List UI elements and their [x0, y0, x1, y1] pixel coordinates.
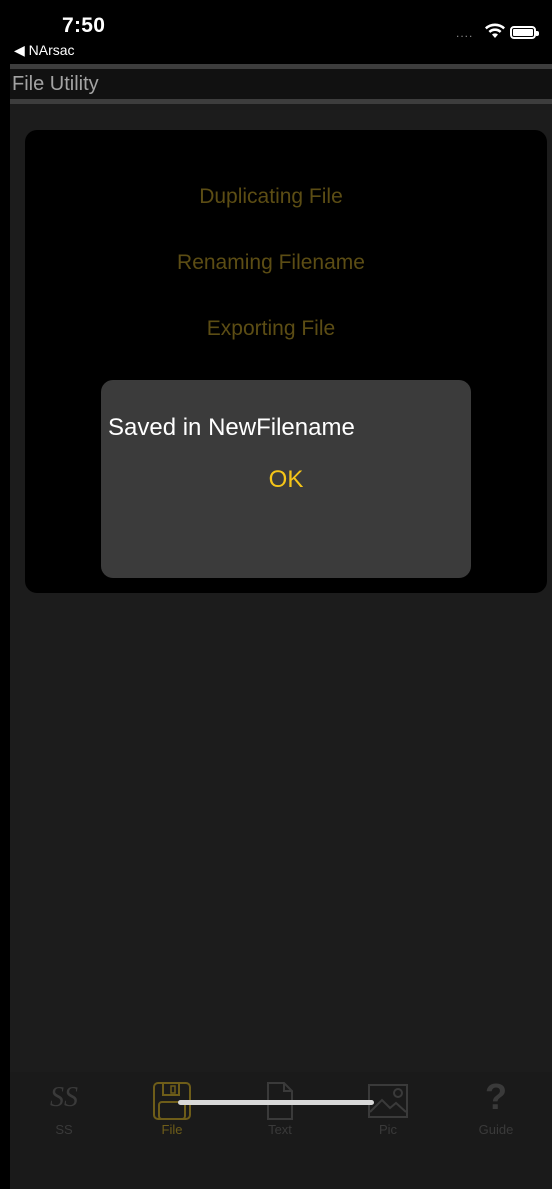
app-content: File Utility Duplicating File Renaming F…: [10, 64, 552, 1189]
home-indicator[interactable]: [178, 1100, 374, 1105]
tab-label: File: [161, 1122, 183, 1137]
tab-label: Guide: [478, 1122, 514, 1137]
tab-label: Text: [268, 1122, 292, 1137]
ok-button[interactable]: OK: [101, 466, 471, 494]
renaming-filename-button[interactable]: Renaming Filename: [10, 251, 532, 275]
tab-bar: SS SS File Text Pic ? Guide: [10, 1072, 552, 1189]
tab-label: Pic: [378, 1122, 398, 1137]
tab-guide[interactable]: ? Guide: [442, 1072, 550, 1142]
tab-pic[interactable]: Pic: [334, 1072, 442, 1142]
tab-label: SS: [55, 1122, 73, 1137]
ss-icon: SS: [50, 1082, 78, 1113]
battery-icon: [510, 26, 539, 39]
tab-ss[interactable]: SS SS: [10, 1072, 118, 1142]
alert-dialog: Saved in NewFilename OK: [101, 380, 471, 578]
question-icon: ?: [485, 1076, 507, 1117]
wifi-icon: [485, 23, 505, 38]
tab-file[interactable]: File: [118, 1072, 226, 1142]
tab-text[interactable]: Text: [226, 1072, 334, 1142]
cellular-signal-icon: ....: [456, 26, 474, 40]
status-time: 7:50: [62, 14, 106, 37]
alert-message: Saved in NewFilename: [108, 414, 355, 441]
nav-divider-bottom: [10, 99, 552, 104]
screen: 7:50 ◀ NArsac .... File Utility Duplicat…: [0, 0, 552, 1189]
picture-icon: [368, 1084, 408, 1118]
back-to-app-link[interactable]: ◀ NArsac: [14, 42, 75, 59]
status-bar: 7:50 ◀ NArsac ....: [0, 0, 552, 64]
exporting-file-button[interactable]: Exporting File: [10, 317, 532, 341]
page-title: File Utility: [10, 69, 552, 99]
duplicating-file-button[interactable]: Duplicating File: [10, 185, 532, 209]
